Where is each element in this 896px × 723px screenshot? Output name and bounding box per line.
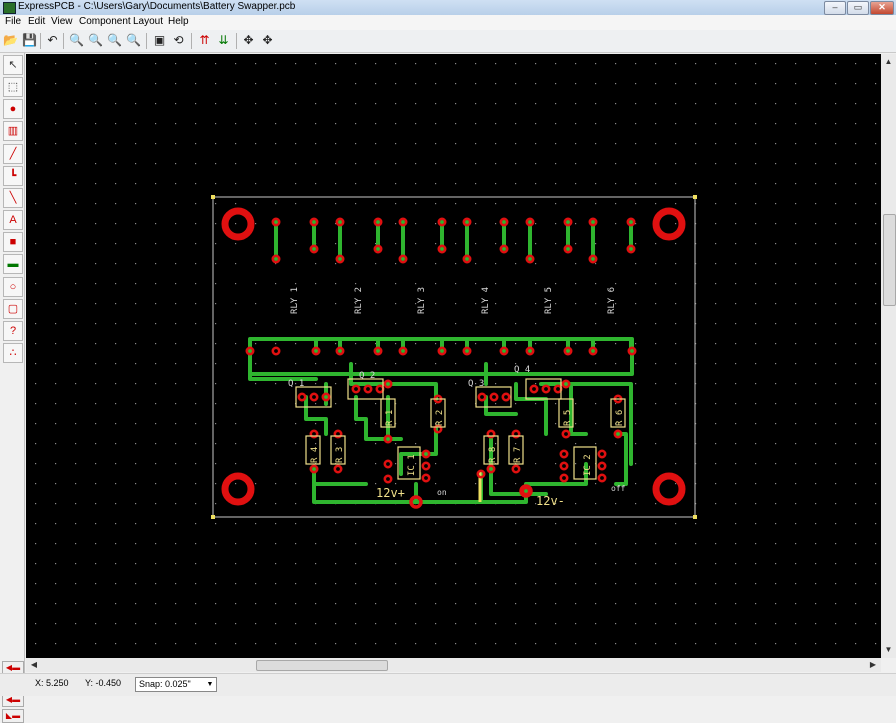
menu-view[interactable]: View — [51, 16, 73, 27]
resistor-label: R 8 — [488, 447, 498, 463]
trace-corner-icon[interactable]: ┗ — [3, 166, 23, 186]
layer-button[interactable]: ◣▬ — [2, 709, 24, 723]
scroll-right-arrow-icon[interactable]: ▶ — [867, 659, 879, 671]
scroll-up-arrow-icon[interactable]: ▲ — [883, 56, 894, 67]
snap-select[interactable]: Snap: 0.025" ▼ — [135, 677, 217, 692]
pan-icon[interactable]: ✥ — [259, 32, 276, 49]
rectangle-icon[interactable]: ▢ — [3, 299, 23, 319]
resistor-label: R 2 — [435, 410, 445, 426]
menu-file[interactable]: File — [5, 16, 21, 27]
toolbar-separator — [236, 33, 237, 49]
rotate-icon[interactable]: ⟲ — [170, 32, 187, 49]
top-layer-icon[interactable]: ⇈ — [196, 32, 213, 49]
place-pad-icon[interactable]: ● — [3, 99, 23, 119]
netlist-icon[interactable]: ∴ — [3, 343, 23, 363]
menu-component[interactable]: Component — [79, 16, 131, 27]
transistor-label: Q 1 — [288, 379, 304, 389]
save-icon[interactable]: 💾 — [21, 32, 38, 49]
menu-help[interactable]: Help — [168, 16, 189, 27]
menu-bar: File Edit View Component Layout Help — [0, 15, 896, 30]
vertical-scrollbar[interactable]: ▲ ▼ — [881, 54, 896, 658]
horizontal-scroll-thumb[interactable] — [256, 660, 388, 671]
toolbar-separator — [146, 33, 147, 49]
zoom-in-icon[interactable]: 🔍 — [68, 32, 85, 49]
resistor-label: R 4 — [310, 447, 320, 463]
relay-label: RLY 5 — [544, 287, 554, 314]
power-positive-label: 12v+ — [376, 486, 405, 500]
select-arrow-icon[interactable]: ↖ — [3, 55, 23, 75]
relay-label: RLY 1 — [290, 287, 300, 314]
relay-label: RLY 3 — [417, 287, 427, 314]
undo-icon[interactable]: ↶ — [44, 32, 61, 49]
resistor-label: R 3 — [335, 447, 345, 463]
move-icon[interactable]: ✥ — [240, 32, 257, 49]
app-icon — [3, 2, 16, 14]
snap-value: Snap: 0.025" — [139, 679, 191, 689]
trace-icon[interactable]: ╱ — [3, 144, 23, 164]
resistor-label: R 5 — [563, 410, 573, 426]
open-icon[interactable]: 📂 — [2, 32, 19, 49]
relay-label: RLY 4 — [481, 287, 491, 314]
relay-label: RLY 6 — [607, 287, 617, 314]
menu-edit[interactable]: Edit — [28, 16, 45, 27]
ground-plane-icon[interactable]: ▬ — [3, 254, 23, 274]
ic-label: IC 1 — [407, 454, 417, 476]
component-properties-icon[interactable]: ▣ — [151, 32, 168, 49]
vertical-scroll-thumb[interactable] — [883, 214, 896, 306]
scroll-down-arrow-icon[interactable]: ▼ — [883, 644, 894, 655]
toolbar-separator — [191, 33, 192, 49]
switch-off-label: off — [611, 484, 626, 493]
scroll-left-arrow-icon[interactable]: ◀ — [28, 659, 40, 671]
place-component-icon[interactable]: ▥ — [3, 121, 23, 141]
chevron-down-icon[interactable]: ▼ — [205, 679, 215, 690]
zoom-window-icon[interactable]: 🔍 — [106, 32, 123, 49]
diagonal-trace-icon[interactable]: ╲ — [3, 188, 23, 208]
pad-query-icon[interactable]: ? — [3, 321, 23, 341]
resistor-label: R 7 — [513, 447, 523, 463]
tool-palette: ↖ ⬚ ● ▥ ╱ ┗ ╲ A ■ ▬ ○ ▢ ? ∴ ◀▬ ◀▬ ◀▬ ◣▬ — [0, 53, 25, 723]
maximize-button[interactable]: ▭ — [847, 1, 869, 15]
toolbar-separator — [63, 33, 64, 49]
pcb-drawing: RLY 1 RLY 2 RLY 3 RLY 4 RLY 5 RLY 6 Q 1 … — [26, 54, 881, 658]
circle-icon[interactable]: ○ — [3, 277, 23, 297]
close-button[interactable]: ✕ — [870, 1, 894, 15]
resistor-label: R 6 — [615, 410, 625, 426]
bottom-layer-icon[interactable]: ⇊ — [215, 32, 232, 49]
zoom-out-icon[interactable]: 🔍 — [87, 32, 104, 49]
text-icon[interactable]: A — [3, 210, 23, 230]
window-title: ExpressPCB - C:\Users\Gary\Documents\Bat… — [18, 1, 296, 12]
select-area-icon[interactable]: ⬚ — [3, 77, 23, 97]
switch-on-label: on — [437, 488, 447, 497]
grid-dots — [26, 54, 881, 658]
resistor-label: R 1 — [385, 410, 395, 426]
toolbar-separator — [40, 33, 41, 49]
title-bar: ExpressPCB - C:\Users\Gary\Documents\Bat… — [0, 0, 896, 16]
menu-layout[interactable]: Layout — [133, 16, 163, 27]
transistor-label: Q 4 — [514, 365, 530, 375]
relay-label: RLY 2 — [354, 287, 364, 314]
transistor-label: Q 3 — [468, 379, 484, 389]
pcb-canvas[interactable]: RLY 1 RLY 2 RLY 3 RLY 4 RLY 5 RLY 6 Q 1 … — [26, 54, 881, 658]
power-negative-label: 12v- — [536, 494, 565, 508]
zoom-fit-icon[interactable]: 🔍 — [125, 32, 142, 49]
transistor-label: Q 2 — [359, 371, 375, 381]
toolbar: 📂 💾 ↶ 🔍 🔍 🔍 🔍 ▣ ⟲ ⇈ ⇊ ✥ ✥ — [0, 30, 896, 53]
y-coordinate: Y: -0.450 — [85, 678, 122, 688]
status-bar: X: 5.250 Y: -0.450 Snap: 0.025" ▼ — [0, 673, 896, 696]
horizontal-scrollbar[interactable]: ◀ ▶ — [26, 658, 881, 672]
minimize-button[interactable]: – — [824, 1, 846, 15]
filled-area-icon[interactable]: ■ — [3, 232, 23, 252]
x-coordinate: X: 5.250 — [35, 678, 69, 688]
ic-label: IC 2 — [583, 454, 593, 476]
